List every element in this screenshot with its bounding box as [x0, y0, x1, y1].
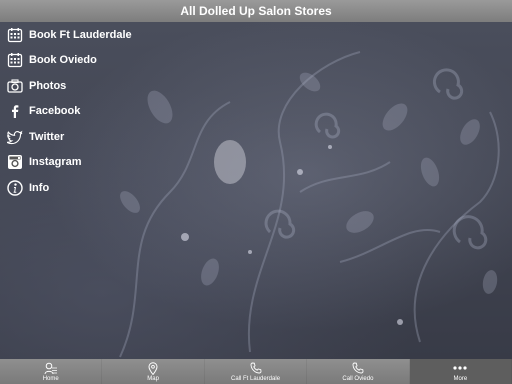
tab-call-ft-lauderdale[interactable]: Call Ft Lauderdale — [205, 359, 308, 384]
bottom-tab-bar: Home Map Call Ft Lauderdale Call Oviedo … — [0, 359, 512, 384]
phone-icon — [352, 361, 364, 375]
menu-item-facebook[interactable]: Facebook — [0, 99, 300, 125]
menu-item-instagram[interactable]: Instagram — [0, 150, 300, 176]
twitter-icon — [6, 128, 24, 146]
more-dots-icon — [453, 361, 467, 375]
menu-item-label: Photos — [29, 79, 67, 92]
tab-label: Call Ft Lauderdale — [231, 376, 281, 382]
menu-item-book-ft-lauderdale[interactable]: Book Ft Lauderdale — [0, 22, 300, 48]
menu-list: Book Ft Lauderdale Book Oviedo Photos Fa… — [0, 22, 300, 201]
instagram-icon — [6, 153, 24, 171]
tab-call-oviedo[interactable]: Call Oviedo — [307, 359, 410, 384]
tab-label: More — [453, 376, 468, 382]
page-title: All Dolled Up Salon Stores — [180, 4, 332, 18]
tab-label: Call Oviedo — [342, 376, 374, 382]
map-pin-icon — [148, 361, 158, 375]
info-icon — [6, 179, 24, 197]
facebook-icon — [6, 102, 24, 120]
menu-item-label: Info — [29, 181, 50, 194]
calendar-icon — [6, 26, 24, 44]
tab-home[interactable]: Home — [0, 359, 103, 384]
tab-map[interactable]: Map — [102, 359, 205, 384]
home-icon — [44, 361, 58, 375]
menu-item-label: Instagram — [29, 156, 82, 169]
menu-item-label: Facebook — [29, 105, 81, 118]
menu-item-label: Book Ft Lauderdale — [29, 28, 132, 41]
menu-item-book-oviedo[interactable]: Book Oviedo — [0, 48, 300, 74]
tab-label: Map — [147, 376, 159, 382]
camera-icon — [6, 77, 24, 95]
header-bar: All Dolled Up Salon Stores — [0, 0, 512, 22]
menu-item-label: Book Oviedo — [29, 54, 97, 67]
menu-item-photos[interactable]: Photos — [0, 73, 300, 99]
app-window: All Dolled Up Salon Stores Book Ft Laude… — [0, 0, 512, 384]
menu-item-label: Twitter — [29, 130, 65, 143]
tab-more[interactable]: More — [409, 359, 512, 384]
tab-label: Home — [42, 376, 59, 382]
menu-item-twitter[interactable]: Twitter — [0, 124, 300, 150]
phone-icon — [250, 361, 262, 375]
calendar-icon — [6, 51, 24, 69]
menu-item-info[interactable]: Info — [0, 175, 300, 201]
